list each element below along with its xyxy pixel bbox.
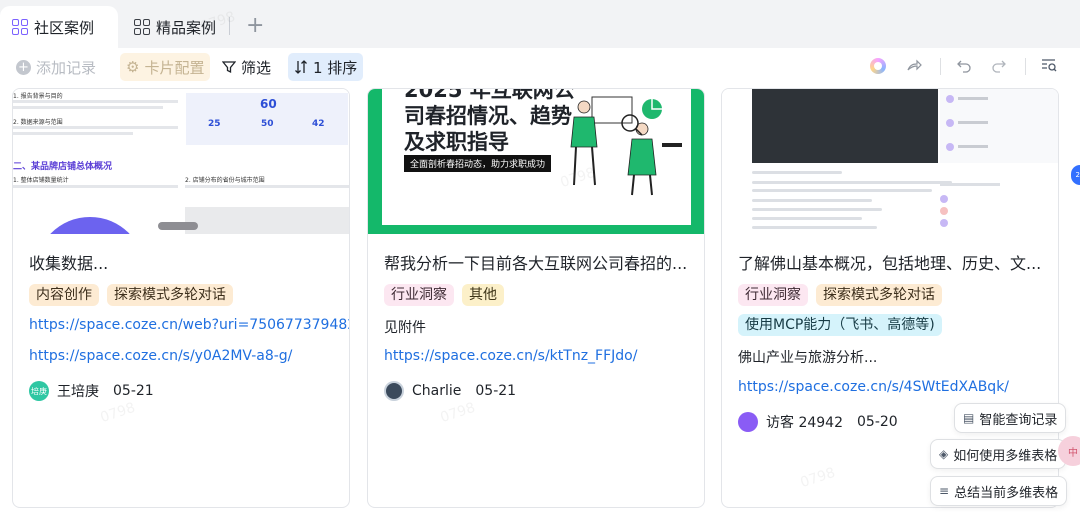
carousel-dots[interactable] <box>158 222 198 230</box>
poster-title-line: 2025 年互联网公 <box>404 89 575 102</box>
plus-circle-icon: + <box>16 59 31 75</box>
card-title: 收集数据... <box>29 254 109 273</box>
sort-button[interactable]: 1 排序 <box>288 53 364 81</box>
card-thumbnail: 2025 年互联网公 司春招情况、趋势 及求职指导 全面剖析春招动态，助力求职成… <box>368 89 704 234</box>
card-link[interactable]: https://space.coze.cn/s/y0A2MV-a8-g/ <box>29 348 292 364</box>
tab-divider <box>229 17 230 35</box>
poster-title-line: 及求职指导 <box>404 130 509 154</box>
summarize-table-button[interactable]: ≡ 总结当前多维表格 <box>930 476 1068 506</box>
author-name: Charlie <box>412 383 462 399</box>
how-to-use-button[interactable]: ◈ 如何使用多维表格 <box>930 439 1067 469</box>
sort-icon <box>294 59 308 75</box>
tag-list: 行业洞察 探索模式多轮对话 <box>738 284 942 306</box>
avatar <box>738 412 758 432</box>
ime-indicator[interactable]: 中 <box>1058 436 1080 466</box>
card-config-button[interactable]: ⚙ 卡片配置 <box>120 53 211 81</box>
tag: 其他 <box>462 284 504 306</box>
map-graphic <box>185 207 349 234</box>
card-thumbnail: 1. 报告背景与目的 2. 数据来源与范围 60 25 50 42 二、某品牌店… <box>13 89 349 234</box>
tag: 行业洞察 <box>384 284 454 306</box>
thumb-text: 2. 数据来源与范围 <box>13 119 63 126</box>
card-description: 见附件 <box>384 320 426 336</box>
stat-box: 60 25 50 42 <box>186 93 348 145</box>
thumb-stat: 25 <box>208 119 221 129</box>
poster-badge: 全面剖析春招动态，助力求职成功 <box>404 155 552 172</box>
add-record-label: 添加记录 <box>36 58 97 77</box>
card-link[interactable]: https://space.coze.cn/s/ktTnz_FFJdo/ <box>384 348 637 364</box>
side-notification-badge[interactable]: 22 <box>1071 165 1080 185</box>
author-name: 王培庚 <box>57 384 99 400</box>
redo-icon[interactable] <box>991 57 1007 77</box>
tag: 探索模式多轮对话 <box>816 284 942 306</box>
created-date: 05-21 <box>475 383 517 399</box>
people-illustration <box>570 96 682 196</box>
gear-icon: ⚙ <box>126 58 140 76</box>
card-title: 了解佛山基本概况，包括地理、历史、文... <box>738 254 1042 273</box>
tab-bar: 社区案例 精品案例 + <box>0 0 1080 48</box>
author-info: 访客 24942 05-20 <box>738 412 898 432</box>
toolbar-divider <box>1025 58 1026 75</box>
thumb-section-title: 二、某品牌店铺总体概况 <box>13 162 113 172</box>
card-config-label: 卡片配置 <box>144 58 205 77</box>
card-thumbnail <box>722 89 1058 234</box>
tag: 内容创作 <box>29 284 99 306</box>
thumb-stat: 60 <box>260 97 277 111</box>
card-description: 佛山产业与旅游分析... <box>738 350 878 366</box>
pie-chart-graphic <box>35 217 145 234</box>
smart-query-button[interactable]: ▤ 智能查询记录 <box>954 403 1067 433</box>
author-info: 培庚 王培庚 05-21 <box>29 381 154 401</box>
author-name: 访客 24942 <box>766 415 843 431</box>
database-icon: ▤ <box>963 411 975 425</box>
poster-title-line: 司春招情况、趋势 <box>404 104 572 128</box>
thumb-text: 1. 报告背景与目的 <box>13 93 63 100</box>
undo-icon[interactable] <box>956 57 972 77</box>
grid-view-icon <box>134 19 150 35</box>
card-link[interactable]: https://space.coze.cn/s/4SWtEdXABqk/ <box>738 379 1009 395</box>
map-sidebar-graphic <box>940 89 1058 163</box>
card-link[interactable]: https://space.coze.cn/web?uri=7506773794… <box>29 317 349 333</box>
ai-assistant-icon[interactable] <box>870 58 886 74</box>
float-button-label: 智能查询记录 <box>979 412 1058 428</box>
grid-view-icon <box>12 19 28 35</box>
tab-featured-cases[interactable]: 精品案例 <box>132 6 228 48</box>
tab-label: 精品案例 <box>156 18 217 37</box>
float-button-label: 如何使用多维表格 <box>953 448 1058 464</box>
toolbar-divider <box>940 58 941 75</box>
tag: 探索模式多轮对话 <box>107 284 233 306</box>
tag-list: 内容创作 探索模式多轮对话 <box>29 284 233 306</box>
case-card[interactable]: 2025 年互联网公 司春招情况、趋势 及求职指导 全面剖析春招动态，助力求职成… <box>367 88 705 508</box>
tag-list: 使用MCP能力（飞书、高德等) <box>738 314 942 336</box>
avatar <box>384 381 404 401</box>
created-date: 05-21 <box>113 383 154 399</box>
filter-button[interactable]: 筛选 <box>216 53 277 81</box>
poster-title: 2025 年互联网公 司春招情况、趋势 及求职指导 <box>404 89 575 155</box>
add-record-button[interactable]: + 添加记录 <box>10 53 102 81</box>
thumb-stat: 50 <box>261 119 274 129</box>
share-icon[interactable] <box>906 57 922 77</box>
filter-label: 筛选 <box>241 58 272 77</box>
tab-community-cases[interactable]: 社区案例 <box>0 6 118 48</box>
filter-icon <box>222 60 236 74</box>
created-date: 05-20 <box>857 414 898 430</box>
thumb-text: 2. 店铺分布的省份与城市范围 <box>185 177 265 184</box>
thumb-stat: 42 <box>312 119 325 129</box>
thumb-text: 1. 整体店铺数量统计 <box>13 177 69 184</box>
author-info: Charlie 05-21 <box>384 381 516 401</box>
tab-label: 社区案例 <box>34 18 95 37</box>
card-title: 帮我分析一下目前各大互联网公司春招的... <box>384 254 688 273</box>
add-tab-icon[interactable]: + <box>246 12 264 40</box>
case-card[interactable]: 1. 报告背景与目的 2. 数据来源与范围 60 25 50 42 二、某品牌店… <box>12 88 350 508</box>
tag: 使用MCP能力（飞书、高德等) <box>738 314 942 336</box>
tag-list: 行业洞察 其他 <box>384 284 504 306</box>
search-list-icon[interactable] <box>1041 57 1057 77</box>
map-graphic <box>752 89 938 163</box>
avatar: 培庚 <box>29 381 49 401</box>
tag: 行业洞察 <box>738 284 808 306</box>
float-button-label: 总结当前多维表格 <box>954 485 1059 501</box>
sort-label: 1 排序 <box>313 58 358 77</box>
graduation-cap-icon: ◈ <box>939 447 949 461</box>
summary-list-icon: ≡ <box>939 484 950 498</box>
